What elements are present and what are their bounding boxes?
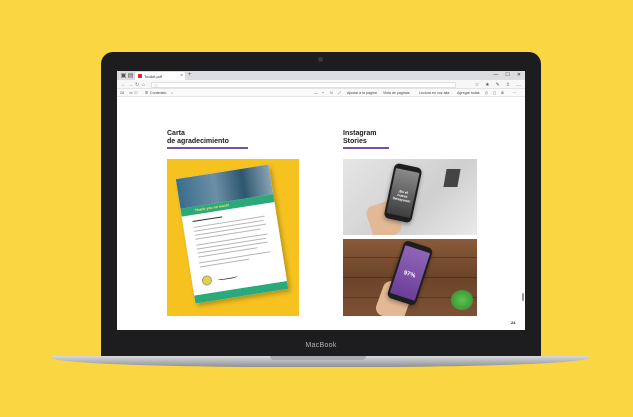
more-icon[interactable]: … xyxy=(516,82,521,88)
browser-tab-bar: ▣ ▤ Toolkit.pdf × + — ☐ ✕ xyxy=(117,71,525,80)
pin-icon[interactable]: ⊞ xyxy=(501,91,504,95)
tab-actions-icon[interactable]: ▣ xyxy=(120,72,127,79)
stories-mockup-2: 97% xyxy=(343,239,477,316)
search-icon[interactable]: ⌕ xyxy=(171,91,173,95)
letter-text-line xyxy=(192,216,223,223)
favorite-icon[interactable]: ☆ xyxy=(475,82,479,88)
maximize-button[interactable]: ☐ xyxy=(505,72,509,78)
page-number-field[interactable]: 24 xyxy=(120,91,124,95)
letter-text-line xyxy=(199,258,250,268)
page-view-button[interactable]: Vista de páginas xyxy=(383,91,410,95)
story-1-text: ¡Es el nuevo Desayuno! xyxy=(392,189,411,204)
contents-button[interactable]: Contenido xyxy=(150,91,166,95)
stories-title-line1: Instagram xyxy=(343,130,377,137)
close-window-button[interactable]: ✕ xyxy=(517,72,521,78)
print-icon[interactable]: ⎙ xyxy=(485,91,488,95)
contents-icon[interactable]: ☰ xyxy=(145,91,148,95)
phone-1: ¡Es el nuevo Desayuno! xyxy=(383,162,423,224)
page-total: de 27 xyxy=(129,91,138,95)
wall-decor xyxy=(443,169,461,187)
notes-icon[interactable]: ✎ xyxy=(496,82,500,88)
phone-1-screen: ¡Es el nuevo Desayuno! xyxy=(386,168,420,218)
macbook-label: MacBook xyxy=(305,342,337,349)
scrollbar-thumb[interactable] xyxy=(522,293,524,301)
stories-title-line2: Stories xyxy=(343,137,367,145)
zoom-out-button[interactable]: — xyxy=(314,91,318,95)
read-aloud-button[interactable]: Lectura en voz alta xyxy=(419,91,449,95)
window-controls: — ☐ ✕ xyxy=(493,72,521,78)
laptop-notch xyxy=(270,356,366,360)
share-icon[interactable]: ⇪ xyxy=(506,82,510,88)
seal-icon xyxy=(201,274,213,287)
laptop-screen: ▣ ▤ Toolkit.pdf × + — ☐ ✕ ← → ↻ ⌂ ⓘ ☆ ★ … xyxy=(117,71,525,330)
favorites-hub-icon[interactable]: ★ xyxy=(485,82,489,88)
tab-list-icon[interactable]: ▤ xyxy=(127,72,134,79)
letter-title-line2: de agradecimiento xyxy=(167,137,229,145)
signature xyxy=(217,274,238,281)
minimize-button[interactable]: — xyxy=(493,72,498,78)
zoom-in-button[interactable]: + xyxy=(322,91,324,95)
rotate-icon[interactable]: ↻ xyxy=(330,91,333,95)
home-button[interactable]: ⌂ xyxy=(142,82,145,88)
thank-you-letter: Thank you so much! xyxy=(175,164,289,304)
browser-toolbar-right: ☆ ★ ✎ ⇪ … xyxy=(475,82,521,88)
pdf-icon xyxy=(138,74,142,78)
site-info-icon[interactable]: ⓘ xyxy=(154,83,158,89)
stories-mockup-1: ¡Es el nuevo Desayuno! xyxy=(343,159,477,235)
phone-2-screen: 97% xyxy=(389,245,431,301)
back-button[interactable]: ← xyxy=(121,82,126,88)
tab-close-icon[interactable]: × xyxy=(180,73,183,79)
camera-icon xyxy=(318,57,323,62)
page-number: 24 xyxy=(511,320,516,325)
forward-button[interactable]: → xyxy=(128,82,133,88)
add-notes-button[interactable]: Agregar notas xyxy=(457,91,480,95)
new-tab-button[interactable]: + xyxy=(188,72,192,78)
letter-title-line1: Carta xyxy=(167,130,185,137)
pdf-toolbar: 24 de 27 ☰ Contenido ⌕ — + ↻ ⤢ Ajustar a… xyxy=(117,89,525,97)
address-bar[interactable]: ⓘ xyxy=(151,81,456,89)
tab-toolkit[interactable]: Toolkit.pdf × xyxy=(135,72,185,80)
laptop-lid: ▣ ▤ Toolkit.pdf × + — ☐ ✕ ← → ↻ ⌂ ⓘ ☆ ★ … xyxy=(101,52,541,358)
fit-icon[interactable]: ⤢ xyxy=(338,91,341,95)
stories-title: Instagram Stories xyxy=(343,130,376,145)
fit-page-button[interactable]: Ajustar a la página xyxy=(347,91,377,95)
letter-title: Carta de agradecimiento xyxy=(167,130,229,145)
stories-title-underline xyxy=(343,147,389,149)
plant xyxy=(451,290,473,310)
refresh-button[interactable]: ↻ xyxy=(135,82,139,88)
save-icon[interactable]: ▢ xyxy=(493,91,496,95)
tab-title: Toolkit.pdf xyxy=(144,73,163,79)
story-2-percent: 97% xyxy=(402,270,417,280)
more-options-icon[interactable]: ⋯ xyxy=(513,91,517,95)
letter-title-underline xyxy=(167,147,248,149)
browser-nav-bar: ← → ↻ ⌂ ⓘ ☆ ★ ✎ ⇪ … xyxy=(117,80,525,89)
